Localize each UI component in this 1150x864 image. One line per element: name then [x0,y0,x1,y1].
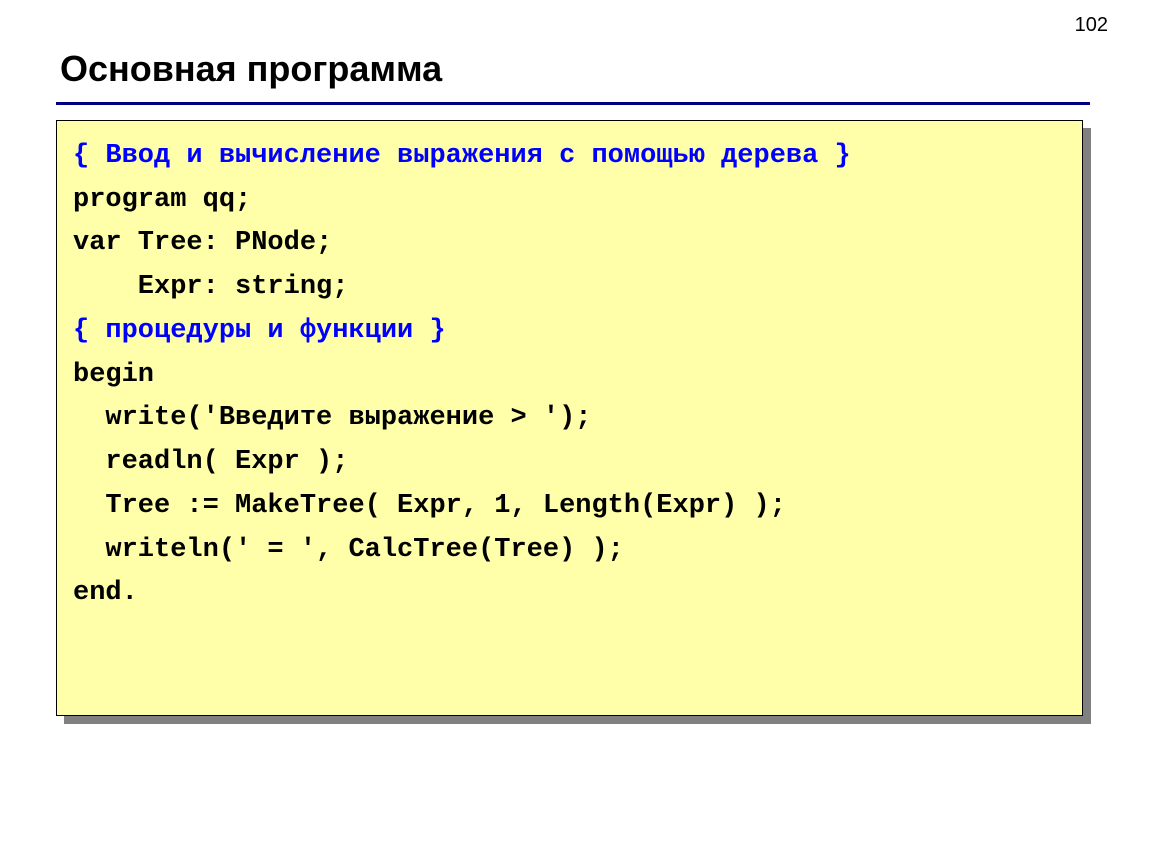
code-line: program qq; [73,185,251,215]
slide-title: Основная программа [60,48,442,90]
slide: 102 Основная программа { Ввод и вычислен… [0,0,1150,864]
code-comment-1: { Ввод и вычисление выражения с помощью … [73,141,851,171]
code-line: Expr: string; [73,272,348,302]
code-line: end. [73,578,138,608]
page-number: 102 [1075,14,1108,37]
code-box: { Ввод и вычисление выражения с помощью … [56,120,1083,716]
code-line: Tree := MakeTree( Expr, 1, Length(Expr) … [73,491,786,521]
code-line: writeln(' = ', CalcTree(Tree) ); [73,535,624,565]
code-line: write('Введите выражение > '); [73,403,591,433]
code-line: readln( Expr ); [73,447,348,477]
title-divider [56,102,1090,105]
code-line: begin [73,360,154,390]
code-line: var Tree: PNode; [73,228,332,258]
code-comment-2: { процедуры и функции } [73,316,446,346]
